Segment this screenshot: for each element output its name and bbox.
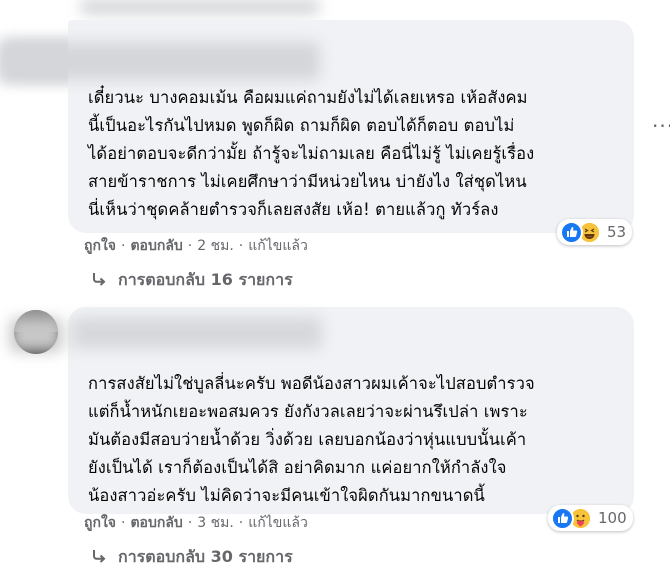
reply-button[interactable]: ตอบกลับ (130, 235, 182, 257)
separator-dot: · (187, 238, 193, 254)
reaction-summary-2[interactable]: 100 (548, 505, 633, 531)
comment-actions-1: ถูกใจ · ตอบกลับ · 2 ชม. · แก้ไขแล้ว (84, 235, 308, 257)
comment-actions-2: ถูกใจ · ตอบกลับ · 3 ชม. · แก้ไขแล้ว (84, 512, 308, 534)
separator-dot: · (121, 515, 126, 531)
blurred-name-top (80, 0, 320, 14)
like-icon (560, 220, 583, 244)
separator-dot: · (187, 515, 193, 531)
timestamp[interactable]: 3 ชม. (197, 512, 234, 534)
comment-text-2: การสงสัยไม่ใช่บูลลี่นะครับ พอดีน้องสาวผม… (88, 374, 535, 505)
blurred-avatar-overlay (10, 318, 62, 352)
like-icon (551, 506, 574, 530)
blurred-name (72, 317, 322, 349)
like-button[interactable]: ถูกใจ (84, 235, 116, 257)
timestamp[interactable]: 2 ชม. (197, 235, 234, 257)
edited-label: แก้ไขแล้ว (248, 238, 308, 254)
replies-count-label[interactable]: การตอบกลับ 16 รายการ (118, 268, 293, 293)
edited-label: แก้ไขแล้ว (248, 515, 308, 531)
reaction-count-1: 53 (607, 223, 627, 241)
view-replies-link-1[interactable]: การตอบกลับ 16 รายการ (92, 268, 293, 293)
blurred-name-overlay (0, 42, 320, 80)
replies-count-label[interactable]: การตอบกลับ 30 รายการ (118, 545, 293, 570)
separator-dot: · (238, 238, 244, 254)
comments-section: เดี๋ยวนะ บางคอมเม้น คือผมแค่ถามยังไม่ได้… (0, 0, 670, 575)
reaction-summary-1[interactable]: 53 (557, 219, 633, 245)
reply-arrow-icon (92, 271, 106, 290)
comment-text-1: เดี๋ยวนะ บางคอมเม้น คือผมแค่ถามยังไม่ได้… (88, 88, 535, 219)
separator-dot: · (121, 238, 126, 254)
separator-dot: · (238, 515, 244, 531)
more-options-icon[interactable]: ··· (652, 116, 670, 136)
reaction-count-2: 100 (598, 509, 627, 527)
like-button[interactable]: ถูกใจ (84, 512, 116, 534)
reply-arrow-icon (92, 548, 106, 567)
reply-button[interactable]: ตอบกลับ (130, 512, 182, 534)
view-replies-link-2[interactable]: การตอบกลับ 30 รายการ (92, 545, 293, 570)
